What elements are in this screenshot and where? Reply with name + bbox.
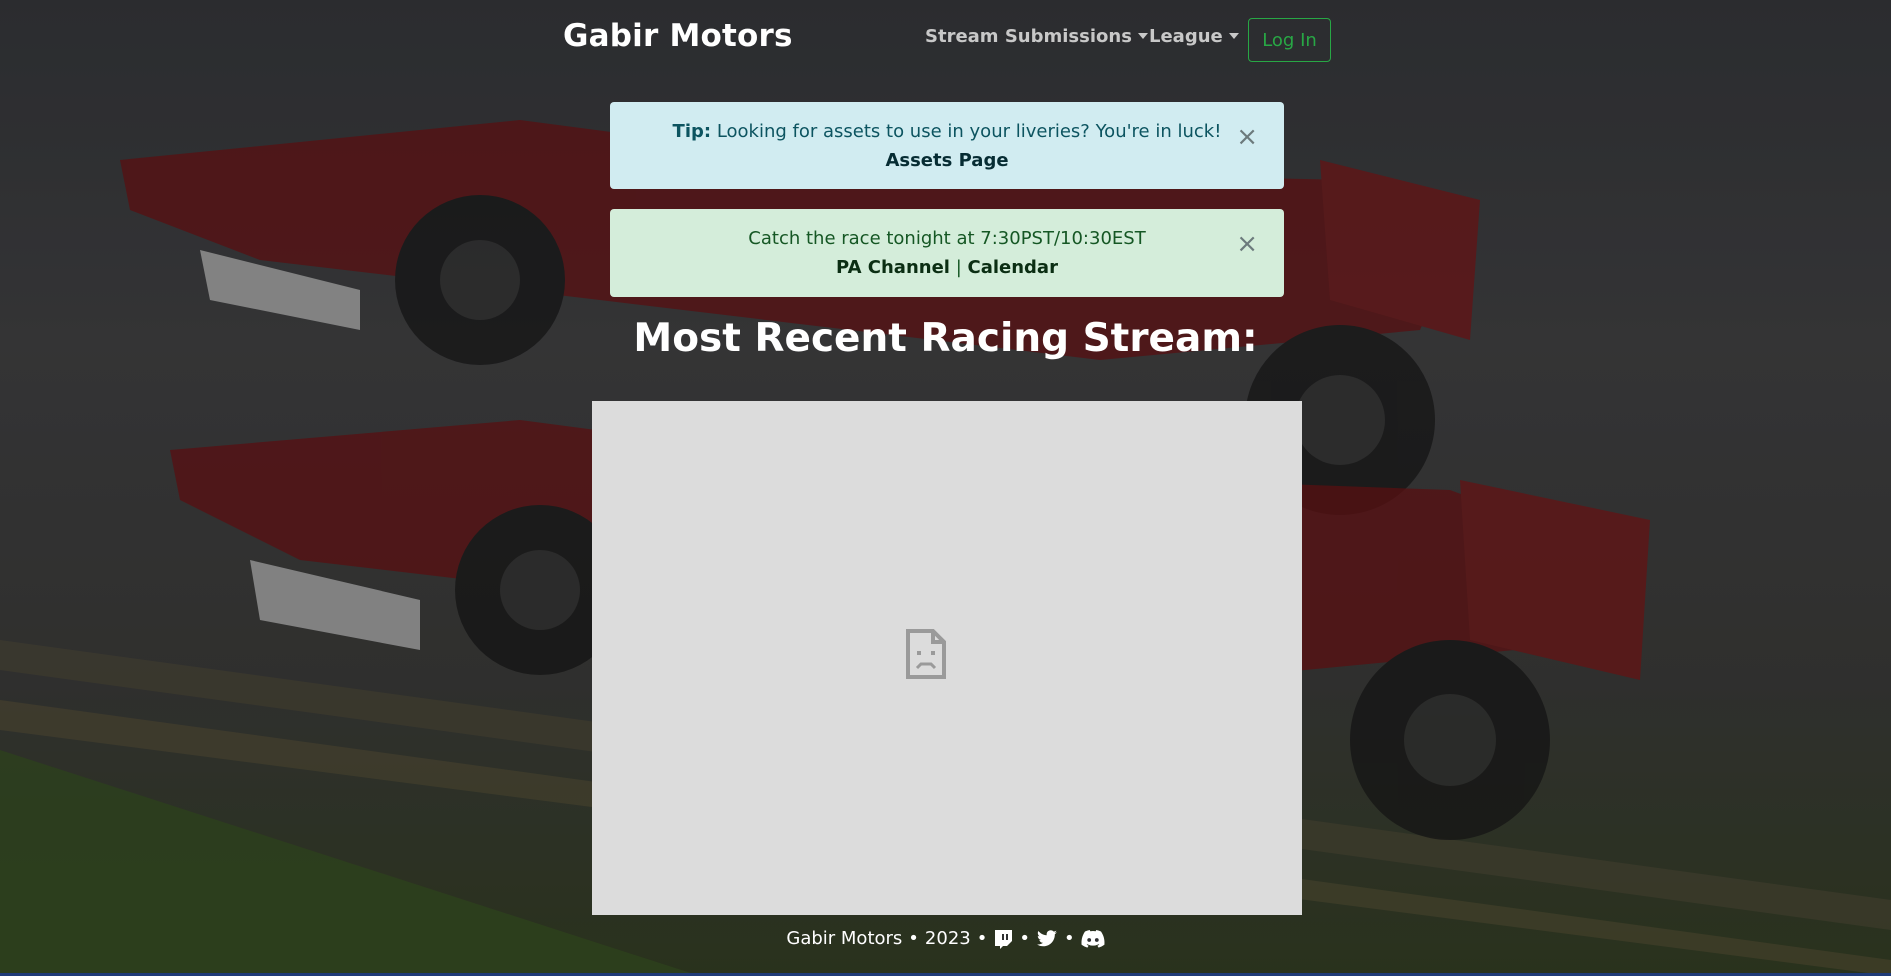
tip-label: Tip:: [672, 121, 712, 142]
chevron-down-icon: [1137, 33, 1148, 39]
sad-page-icon: [906, 629, 946, 679]
nav-league-label: League: [1149, 26, 1223, 47]
twitter-icon[interactable]: [1036, 929, 1058, 948]
page-title: Most Recent Racing Stream:: [633, 316, 1258, 361]
close-icon[interactable]: ×: [1236, 231, 1258, 257]
discord-icon[interactable]: [1081, 929, 1105, 948]
close-icon[interactable]: ×: [1236, 124, 1258, 150]
nav-stream-submissions-dropdown[interactable]: Stream Submissions: [925, 26, 1148, 47]
login-button[interactable]: Log In: [1248, 18, 1331, 62]
calendar-link[interactable]: Calendar: [968, 257, 1058, 278]
tip-alert: Tip: Looking for assets to use in your l…: [610, 102, 1284, 189]
race-alert: Catch the race tonight at 7:30PST/10:30E…: [610, 209, 1284, 297]
footer-bullet: •: [908, 928, 919, 949]
race-alert-text: Catch the race tonight at 7:30PST/10:30E…: [748, 228, 1146, 249]
chevron-down-icon: [1228, 33, 1239, 39]
nav-stream-submissions-label: Stream Submissions: [925, 26, 1132, 47]
pa-channel-link[interactable]: PA Channel: [836, 257, 950, 278]
stream-embed[interactable]: [592, 401, 1302, 915]
footer-bullet: •: [1063, 928, 1075, 949]
twitch-icon[interactable]: [993, 929, 1013, 949]
tip-text: Looking for assets to use in your liveri…: [716, 121, 1222, 142]
link-separator: |: [955, 257, 962, 278]
footer-brand: Gabir Motors: [786, 928, 903, 949]
footer-bullet: •: [976, 928, 988, 949]
nav-league-dropdown[interactable]: League: [1149, 26, 1239, 47]
footer-bullet: •: [1019, 928, 1030, 949]
tip-alert-message: Tip: Looking for assets to use in your l…: [650, 117, 1244, 146]
footer-year: 2023: [924, 928, 971, 949]
assets-page-link[interactable]: Assets Page: [885, 150, 1008, 171]
footer: Gabir Motors • 2023 • • •: [0, 928, 1891, 949]
brand-link[interactable]: Gabir Motors: [563, 18, 793, 54]
